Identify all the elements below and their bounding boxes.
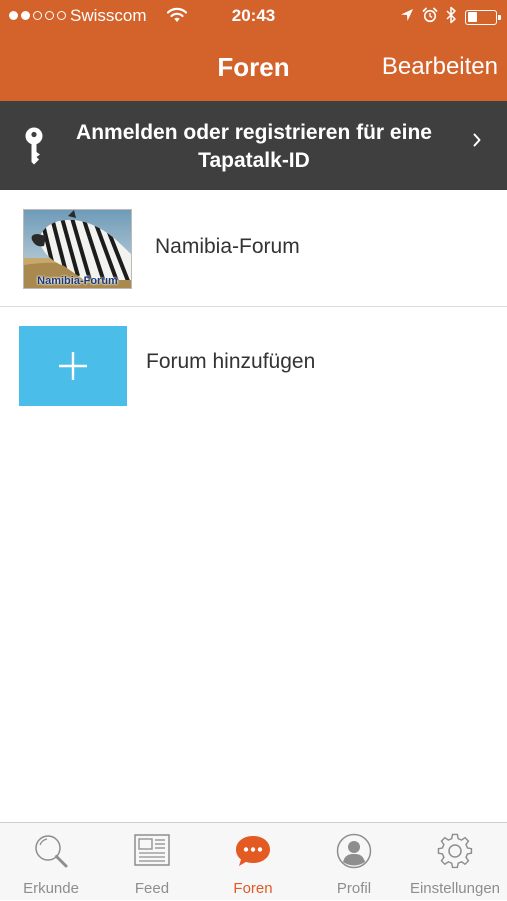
tab-profil-label: Profil (336, 880, 372, 897)
add-forum-row[interactable]: Forum hinzufügen (0, 307, 507, 407)
login-text: Anmelden oder registrieren für eine Tapa… (54, 119, 454, 175)
forum-thumbnail-caption: Namibia-Forum (37, 275, 118, 287)
edit-button[interactable]: Bearbeiten (382, 53, 498, 81)
plus-icon (59, 352, 87, 380)
status-bar: Swisscom 20:43 (0, 0, 507, 34)
login-text-line2: Tapatalk-ID (198, 149, 310, 172)
tab-bar: Erkunde Feed Foren Profil Einstellungen (0, 822, 507, 900)
forum-thumbnail: Namibia-Forum (23, 209, 132, 289)
tab-foren[interactable]: Foren (202, 823, 304, 901)
chevron-right-icon (473, 133, 481, 152)
newspaper-icon (101, 833, 203, 869)
forum-name: Namibia-Forum (155, 235, 300, 258)
add-forum-label: Forum hinzufügen (146, 350, 316, 373)
list-item-forum[interactable]: Namibia-Forum Namibia-Forum (0, 190, 507, 307)
tab-profil[interactable]: Profil (303, 823, 405, 901)
gear-icon (404, 833, 506, 869)
login-text-line1: Anmelden oder registrieren für eine (76, 121, 432, 144)
tab-feed-label: Feed (134, 880, 170, 897)
status-icons (400, 6, 501, 29)
app-header: Swisscom 20:43 Foren Bearbeiten (0, 0, 507, 101)
tab-erkunde[interactable]: Erkunde (0, 823, 102, 901)
login-banner[interactable]: Anmelden oder registrieren für eine Tapa… (0, 101, 507, 190)
battery-icon (465, 9, 501, 25)
chat-bubble-icon (202, 833, 304, 869)
tab-foren-label: Foren (233, 880, 273, 897)
add-forum-button[interactable] (19, 326, 127, 406)
bluetooth-icon (446, 6, 457, 29)
tab-einstellungen-label: Einstellungen (409, 880, 501, 897)
tab-einstellungen[interactable]: Einstellungen (404, 823, 506, 901)
key-icon (22, 127, 46, 172)
location-arrow-icon (400, 7, 414, 27)
tab-feed[interactable]: Feed (101, 823, 203, 901)
alarm-clock-icon (422, 7, 438, 28)
tab-erkunde-label: Erkunde (23, 880, 79, 897)
search-icon (0, 833, 102, 869)
user-icon (303, 833, 405, 869)
